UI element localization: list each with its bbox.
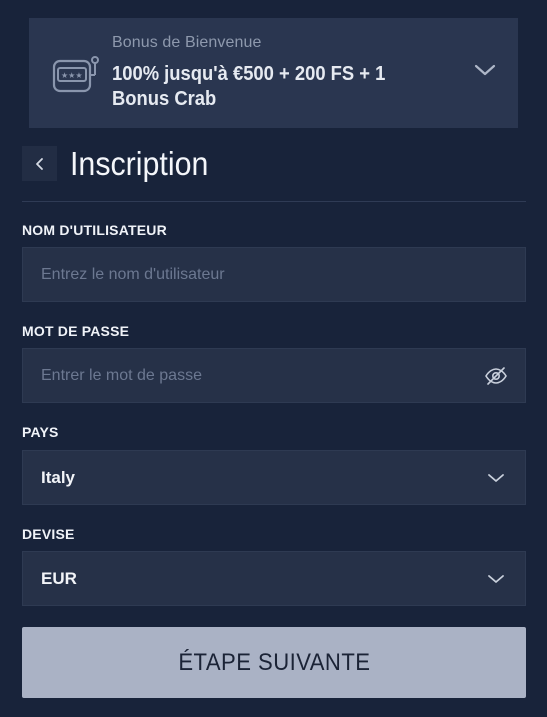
country-select[interactable]: Italy	[22, 450, 526, 505]
username-input[interactable]	[23, 248, 525, 301]
password-label: MOT DE PASSE	[22, 323, 130, 339]
password-input[interactable]	[23, 349, 525, 402]
back-button[interactable]	[22, 146, 57, 181]
page-header: Inscription	[22, 145, 526, 202]
chevron-down-icon	[488, 575, 504, 583]
next-step-label: ÉTAPE SUIVANTE	[177, 648, 371, 676]
currency-label: DEVISE	[22, 526, 75, 542]
username-field-box	[22, 247, 526, 302]
slot-machine-icon: ★★★	[52, 56, 99, 93]
chevron-down-icon[interactable]	[474, 63, 496, 77]
welcome-bonus-card[interactable]: ★★★ Bonus de Bienvenue 100% jusqu'à €500…	[29, 18, 518, 128]
bonus-kicker: Bonus de Bienvenue	[112, 34, 262, 51]
currency-select[interactable]: EUR	[22, 551, 526, 606]
page-title: Inscription	[70, 145, 209, 182]
password-field-box	[22, 348, 526, 403]
svg-text:★★★: ★★★	[61, 71, 83, 80]
next-step-button[interactable]: ÉTAPE SUIVANTE	[22, 627, 526, 698]
chevron-down-icon	[488, 474, 504, 482]
country-value: Italy	[41, 468, 76, 487]
eye-slash-icon[interactable]	[484, 366, 508, 386]
currency-value: EUR	[41, 569, 77, 588]
chevron-left-icon	[35, 157, 43, 170]
username-label: NOM D'UTILISATEUR	[22, 222, 167, 238]
country-label: PAYS	[22, 424, 59, 440]
bonus-title: 100% jusqu'à €500 + 200 FS + 1 Bonus Cra…	[112, 63, 386, 110]
